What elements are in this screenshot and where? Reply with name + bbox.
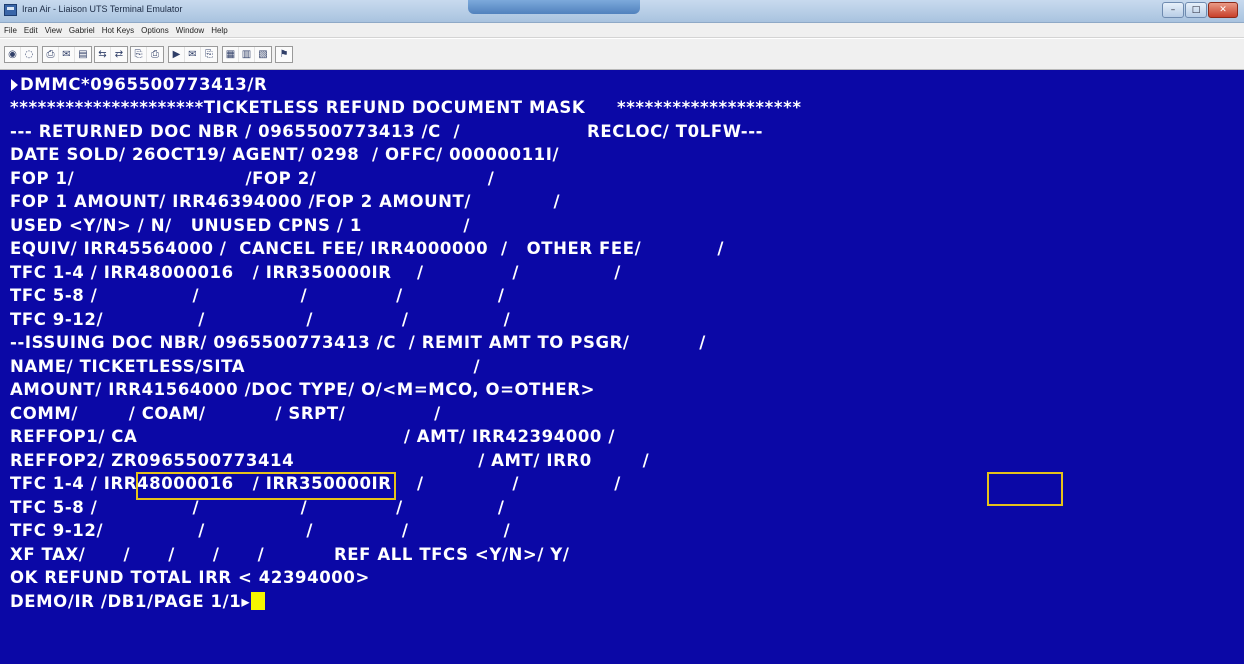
toolbar-group-layout: ▦ ▥ ▧ (222, 46, 272, 63)
close-button[interactable]: ✕ (1208, 2, 1238, 18)
terminal-line: OK REFUND TOTAL IRR < 42394000> (10, 568, 370, 587)
toolbar-group-connect: ◉ ◌ (4, 46, 38, 63)
screen-icon[interactable]: ▤ (75, 47, 91, 62)
maximize-button[interactable]: □ (1185, 2, 1207, 18)
status-text: DEMO/IR /DB1/PAGE 1/1 (10, 592, 242, 611)
terminal-line: TFC 5-8 / / / / / (10, 498, 505, 517)
terminal-line: TFC 9-12/ / / / / (10, 521, 511, 540)
command-text: DMMC*0965500773413/R (20, 75, 268, 94)
toolbar-group-exit: ⚑ (275, 46, 293, 63)
menu-view[interactable]: View (45, 26, 62, 35)
menu-options[interactable]: Options (141, 26, 169, 35)
terminal-line-command: DMMC*0965500773413/R (10, 74, 267, 96)
menu-help[interactable]: Help (211, 26, 227, 35)
terminal-line: FOP 1/ /FOP 2/ / (10, 169, 495, 188)
terminal-line: TFC 1-4 / IRR48000016 / IRR350000IR / / … (10, 263, 621, 282)
copy-icon[interactable]: ⎘ (131, 47, 147, 62)
terminal-line: NAME/ TICKETLESS/SITA / (10, 357, 481, 376)
grid-icon[interactable]: ▦ (223, 47, 239, 62)
terminal-line: *********************TICKETLESS REFUND D… (10, 98, 802, 117)
menu-edit[interactable]: Edit (24, 26, 38, 35)
terminal-screen[interactable]: DMMC*0965500773413/R *******************… (0, 70, 1244, 664)
menu-window[interactable]: Window (176, 26, 204, 35)
terminal-line: TFC 9-12/ / / / / (10, 310, 511, 329)
toolbar-group-run: ▶ ✉ ⎘ (168, 46, 218, 63)
prompt-marker-icon: ▸ (241, 592, 251, 611)
terminal-line: REFFOP1/ CA / AMT/ IRR42394000 / (10, 427, 615, 446)
menu-hot-keys[interactable]: Hot Keys (102, 26, 134, 35)
run-icon[interactable]: ▶ (169, 47, 185, 62)
columns-icon[interactable]: ▥ (239, 47, 255, 62)
terminal-line: XF TAX/ / / / / REF ALL TFCS <Y/N>/ Y/ (10, 545, 570, 564)
toolbar-group-print: ⎙ ✉ ▤ (42, 46, 92, 63)
toolbar-group-clipboard: ⎘ ⎙ (130, 46, 164, 63)
highlight-box-amount (987, 472, 1063, 506)
rows-icon[interactable]: ▧ (255, 47, 271, 62)
terminal-line: --ISSUING DOC NBR/ 0965500773413 /C / RE… (10, 333, 706, 352)
menu-bar: File Edit View Gabriel Hot Keys Options … (0, 23, 1244, 38)
highlight-box-reffop2 (136, 472, 396, 500)
disconnect-icon[interactable]: ◌ (21, 47, 37, 62)
transfer-out-icon[interactable]: ⇄ (111, 47, 127, 62)
window-controls: – □ ✕ (1162, 2, 1238, 18)
exit-icon[interactable]: ⚑ (276, 47, 292, 62)
mail-icon[interactable]: ✉ (185, 47, 201, 62)
title-bar: Iran Air - Liaison UTS Terminal Emulator… (0, 0, 1244, 23)
app-icon[interactable] (4, 4, 17, 16)
terminal-line: AMOUNT/ IRR41564000 /DOC TYPE/ O/<M=MCO,… (10, 380, 596, 399)
minimize-button[interactable]: – (1162, 2, 1184, 18)
send-icon[interactable]: ✉ (59, 47, 75, 62)
window-title: Iran Air - Liaison UTS Terminal Emulator (22, 4, 183, 14)
terminal-line-status: DEMO/IR /DB1/PAGE 1/1▸ (10, 591, 266, 613)
connect-icon[interactable]: ◉ (5, 47, 21, 62)
terminal-line-reffop2: REFFOP2/ ZR0965500773414 / AMT/ IRR0 / (10, 451, 650, 470)
transfer-in-icon[interactable]: ⇆ (95, 47, 111, 62)
prompt-arrow-icon (10, 79, 19, 91)
menu-file[interactable]: File (4, 26, 17, 35)
menu-gabriel[interactable]: Gabriel (69, 26, 95, 35)
text-cursor[interactable] (251, 592, 266, 610)
terminal-line: COMM/ / COAM/ / SRPT/ / (10, 404, 441, 423)
toolbar: ◉ ◌ ⎙ ✉ ▤ ⇆ ⇄ ⎘ ⎙ ▶ ✉ ⎘ ▦ ▥ ▧ ⚑ (0, 39, 1244, 70)
print-icon[interactable]: ⎙ (43, 47, 59, 62)
title-bar-glow (468, 0, 640, 14)
terminal-line: --- RETURNED DOC NBR / 0965500773413 /C … (10, 122, 764, 141)
terminal-line: FOP 1 AMOUNT/ IRR46394000 /FOP 2 AMOUNT/… (10, 192, 561, 211)
terminal-line: TFC 5-8 / / / / / (10, 286, 505, 305)
macro-icon[interactable]: ⎘ (201, 47, 217, 62)
terminal-line: EQUIV/ IRR45564000 / CANCEL FEE/ IRR4000… (10, 239, 725, 258)
terminal-line: USED <Y/N> / N/ UNUSED CPNS / 1 / (10, 216, 471, 235)
terminal-line: DATE SOLD/ 26OCT19/ AGENT/ 0298 / OFFC/ … (10, 145, 560, 164)
toolbar-group-transfer: ⇆ ⇄ (94, 46, 128, 63)
paste-icon[interactable]: ⎙ (147, 47, 163, 62)
